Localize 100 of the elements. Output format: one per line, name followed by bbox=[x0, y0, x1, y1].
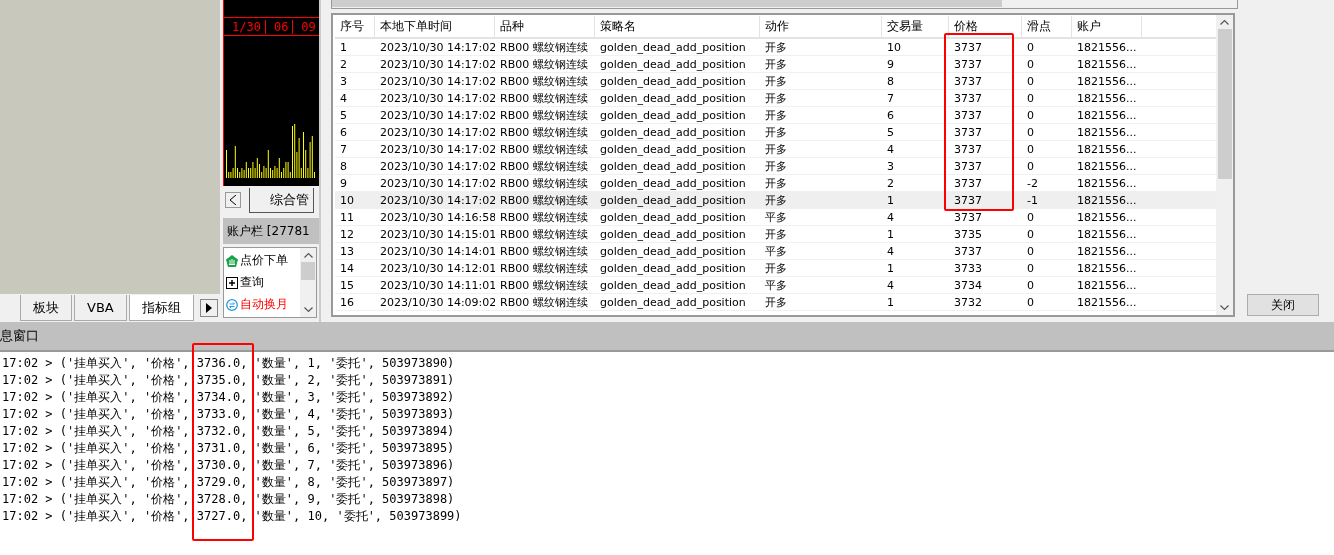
action-item[interactable]: 点价下单 bbox=[226, 252, 298, 269]
log-line: 17:02 > ('挂单买入', '价格', 3731.0, '数量', 6, '委托', 503973895) bbox=[2, 440, 456, 457]
log-line: 17:02 > ('挂单买入', '价格', 3732.0, '数量', 5, '委托', 503973894) bbox=[2, 423, 456, 440]
table-cell-text: golden_dead_add_position bbox=[599, 209, 747, 225]
panel-tab[interactable]: 板块 bbox=[20, 295, 72, 321]
table-cell-text: 3737 bbox=[953, 90, 983, 106]
table-cell-text: 1821556... bbox=[1076, 39, 1138, 55]
table-row[interactable]: 7 2023/10/30 14:17:02 RB00 螺纹钢连续 golden_dead_add_position 开多 4 3737 0 1821556... bbox=[335, 141, 1216, 158]
table-cell-text: 12 bbox=[339, 226, 355, 242]
table-cell-text: 3737 bbox=[953, 141, 983, 157]
table-cell-text: 1821556... bbox=[1076, 124, 1138, 140]
table-row[interactable]: 2 2023/10/30 14:17:02 RB00 螺纹钢连续 golden_dead_add_position 开多 9 3737 0 1821556... bbox=[335, 56, 1216, 73]
table-cell-text: 0 bbox=[1026, 90, 1035, 106]
table-row[interactable]: 10 2023/10/30 14:17:02 RB00 螺纹钢连续 golden_dead_add_position 开多 1 3737 -1 1821556... bbox=[335, 192, 1216, 209]
table-cell-text: golden_dead_add_position bbox=[599, 39, 747, 55]
table-cell-text: 2023/10/30 14:17:02 bbox=[379, 73, 495, 89]
table-cell-text: 3737 bbox=[953, 73, 983, 89]
column-header[interactable]: 策略名 bbox=[595, 16, 760, 37]
table-row[interactable]: 5 2023/10/30 14:17:02 RB00 螺纹钢连续 golden_dead_add_position 开多 6 3737 0 1821556... bbox=[335, 107, 1216, 124]
table-row[interactable]: 4 2023/10/30 14:17:02 RB00 螺纹钢连续 golden_dead_add_position 开多 7 3737 0 1821556... bbox=[335, 90, 1216, 107]
table-cell-text: 1821556... bbox=[1076, 260, 1138, 276]
table-cell-text: 1821556... bbox=[1076, 73, 1138, 89]
chevron-down-icon[interactable] bbox=[1220, 305, 1229, 311]
column-header[interactable]: 序号 bbox=[335, 16, 375, 37]
table-cell-text: 0 bbox=[1026, 141, 1035, 157]
table-row[interactable]: 3 2023/10/30 14:17:02 RB00 螺纹钢连续 golden_dead_add_position 开多 8 3737 0 1821556... bbox=[335, 73, 1216, 90]
table-cell-text: 2023/10/30 14:17:02 bbox=[379, 158, 495, 174]
table-row[interactable]: 6 2023/10/30 14:17:02 RB00 螺纹钢连续 golden_dead_add_position 开多 5 3737 0 1821556... bbox=[335, 124, 1216, 141]
table-cell-text: 开多 bbox=[764, 175, 788, 191]
panel-tab[interactable]: 指标组 bbox=[128, 295, 194, 321]
table-cell-text: golden_dead_add_position bbox=[599, 141, 747, 157]
log-line: 17:02 > ('挂单买入', '价格', 3736.0, '数量', 1, '委托', 503973890) bbox=[2, 355, 456, 372]
table-cell-text: -1 bbox=[1026, 192, 1039, 208]
table-cell-text: 1 bbox=[886, 226, 895, 242]
table-cell-text: 开多 bbox=[764, 124, 788, 140]
table-cell-text: 开多 bbox=[764, 158, 788, 174]
table-cell-text: 1 bbox=[339, 39, 348, 55]
log-line: 17:02 > ('挂单买入', '价格', 3733.0, '数量', 4, '委托', 503973893) bbox=[2, 406, 456, 423]
table-cell-text: 3737 bbox=[953, 209, 983, 225]
table-cell-text: 3734 bbox=[953, 277, 983, 293]
table-cell-text: 8 bbox=[886, 73, 895, 89]
table-cell-text: 13 bbox=[339, 243, 355, 259]
action-item[interactable]: 查询 bbox=[226, 274, 298, 291]
table-cell-text: 1821556... bbox=[1076, 226, 1138, 242]
column-header[interactable]: 交易量 bbox=[882, 16, 949, 37]
column-header[interactable]: 本地下单时间 bbox=[375, 16, 495, 37]
table-cell-text: 开多 bbox=[764, 141, 788, 157]
table-cell-text: 2023/10/30 14:14:01 bbox=[379, 243, 495, 259]
column-header[interactable]: 滑点 bbox=[1022, 16, 1072, 37]
table-cell-text: 9 bbox=[886, 56, 895, 72]
table-cell-text: 1821556... bbox=[1076, 56, 1138, 72]
table-cell-text: 3737 bbox=[953, 124, 983, 140]
table-cell-text: 开多 bbox=[764, 56, 788, 72]
table-row[interactable]: 12 2023/10/30 14:15:01 RB00 螺纹钢连续 golden_dead_add_position 开多 1 3735 0 1821556... bbox=[335, 226, 1216, 243]
panel-tab[interactable]: 综合管 bbox=[249, 187, 314, 213]
scrollbar[interactable] bbox=[300, 248, 316, 317]
panel-tab[interactable]: VBA bbox=[74, 295, 127, 321]
chevron-up-icon[interactable] bbox=[303, 252, 313, 258]
table-cell-text: 7 bbox=[339, 141, 348, 157]
table-row[interactable]: 8 2023/10/30 14:17:02 RB00 螺纹钢连续 golden_dead_add_position 开多 3 3737 0 1821556... bbox=[335, 158, 1216, 175]
table-row[interactable]: 14 2023/10/30 14:12:01 RB00 螺纹钢连续 golden_dead_add_position 开多 1 3733 0 1821556... bbox=[335, 260, 1216, 277]
scrollbar[interactable] bbox=[331, 0, 1238, 9]
table-cell-text: RB00 螺纹钢连续 bbox=[499, 73, 589, 89]
table-cell-text: RB00 螺纹钢连续 bbox=[499, 124, 589, 140]
table-cell-text: 3733 bbox=[953, 260, 983, 276]
table-row[interactable]: 15 2023/10/30 14:11:01 RB00 螺纹钢连续 golden_dead_add_position 平多 4 3734 0 1821556... bbox=[335, 277, 1216, 294]
table-row[interactable]: 1 2023/10/30 14:17:02 RB00 螺纹钢连续 golden_dead_add_position 开多 10 3737 0 1821556... bbox=[335, 39, 1216, 56]
table-cell-text: 1821556... bbox=[1076, 175, 1138, 191]
date-label: 06 bbox=[265, 19, 294, 34]
table-cell-text: 8 bbox=[339, 158, 348, 174]
scroll-right-button[interactable] bbox=[199, 299, 218, 317]
table-cell-text: 0 bbox=[1026, 73, 1035, 89]
close-button[interactable]: 关闭 bbox=[1247, 294, 1319, 316]
table-cell-text: golden_dead_add_position bbox=[599, 90, 747, 106]
scrollbar-thumb[interactable] bbox=[1217, 29, 1232, 179]
table-cell-text: 开多 bbox=[764, 107, 788, 123]
date-label: 09 bbox=[293, 19, 319, 34]
table-cell-text: 2023/10/30 14:11:01 bbox=[379, 277, 495, 293]
column-header[interactable]: 账户 bbox=[1072, 16, 1142, 37]
table-cell-text: RB00 螺纹钢连续 bbox=[499, 90, 589, 106]
action-label: 点价下单 bbox=[240, 252, 288, 269]
table-cell-text: 4 bbox=[886, 209, 895, 225]
chevron-down-icon[interactable] bbox=[303, 307, 313, 313]
column-header[interactable]: 价格 bbox=[949, 16, 1022, 37]
scrollbar-thumb[interactable] bbox=[301, 262, 315, 280]
scrollbar[interactable] bbox=[1216, 15, 1233, 315]
column-header[interactable]: 动作 bbox=[760, 16, 882, 37]
table-cell-text: golden_dead_add_position bbox=[599, 226, 747, 242]
chevron-up-icon[interactable] bbox=[1220, 19, 1229, 25]
table-cell-text: 4 bbox=[339, 90, 348, 106]
action-item[interactable]: 自动换月 bbox=[226, 296, 298, 313]
column-header[interactable]: 品种 bbox=[495, 16, 595, 37]
table-row[interactable]: 13 2023/10/30 14:14:01 RB00 螺纹钢连续 golden_dead_add_position 平多 4 3737 0 1821556... bbox=[335, 243, 1216, 260]
table-row[interactable]: 11 2023/10/30 14:16:58 RB00 螺纹钢连续 golden_dead_add_position 平多 4 3737 0 1821556... bbox=[335, 209, 1216, 226]
table-row[interactable]: 16 2023/10/30 14:09:02 RB00 螺纹钢连续 golden_dead_add_position 开多 1 3732 0 1821556... bbox=[335, 294, 1216, 311]
table-cell-text: 3737 bbox=[953, 243, 983, 259]
table-cell-text: 2 bbox=[339, 56, 348, 72]
exchange-icon bbox=[226, 298, 238, 311]
table-cell-text: RB00 螺纹钢连续 bbox=[499, 226, 589, 242]
scroll-left-button[interactable] bbox=[225, 192, 241, 208]
